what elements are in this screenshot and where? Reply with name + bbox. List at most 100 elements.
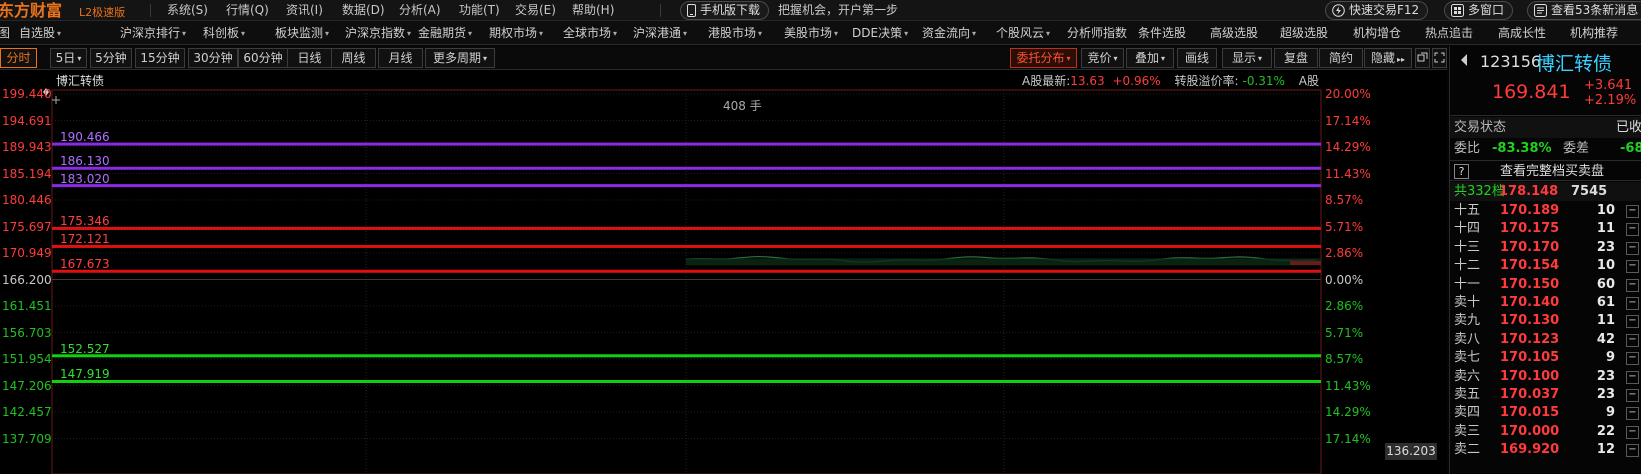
quick-trade-button[interactable]: 快速交易F12	[1325, 1, 1429, 20]
tool-5-button[interactable]: 复盘	[1274, 48, 1318, 68]
ask-row[interactable]: 十五 170.189 10−	[1450, 202, 1641, 220]
nav-item-17[interactable]: 高级选股	[1210, 21, 1258, 45]
mobile-download-button[interactable]: 手机版下载	[680, 1, 770, 20]
nav-item-5[interactable]: 沪深京指数 ▾	[345, 21, 411, 45]
y-tick-label-right: 14.29%	[1325, 140, 1371, 154]
multi-window-button[interactable]: 多窗口	[1444, 1, 1514, 20]
ask-row[interactable]: 十三 170.170 23−	[1450, 239, 1641, 257]
period-4-button[interactable]: 30分钟	[188, 48, 238, 68]
tool-7-button[interactable]: 隐藏 ▸▸	[1364, 48, 1412, 68]
period-8-button[interactable]: 月线	[378, 48, 423, 68]
ask-row[interactable]: 卖四 170.015 9−	[1450, 404, 1641, 422]
nav-item-label: 机构推荐	[1570, 26, 1619, 40]
nav-item-20[interactable]: 热点追击	[1425, 21, 1473, 45]
collapse-icon[interactable]: −	[1626, 223, 1639, 237]
collapse-icon[interactable]: −	[1626, 315, 1639, 329]
ask-row[interactable]: 卖二 169.920 12−	[1450, 441, 1641, 459]
nav-item-3[interactable]: 科创板 ▾	[203, 21, 245, 45]
ask-row[interactable]: 卖八 170.123 42−	[1450, 331, 1641, 349]
nav-item-12[interactable]: DDE决策 ▾	[852, 21, 908, 45]
collapse-icon[interactable]: −	[1626, 444, 1639, 458]
period-7-button[interactable]: 周线	[331, 48, 376, 68]
menu-data[interactable]: 数据(D)	[342, 0, 385, 21]
period-9-button[interactable]: 更多周期 ▾	[425, 48, 495, 68]
nav-item-7[interactable]: 期权市场 ▾	[489, 21, 543, 45]
collapse-icon[interactable]: −	[1626, 333, 1639, 347]
y-tick-label-right: 5.71%	[1325, 325, 1364, 340]
nav-item-2[interactable]: 沪深京排行 ▾	[120, 21, 186, 45]
ask-volume: 11	[1596, 221, 1615, 237]
nav-item-16[interactable]: 条件选股	[1138, 21, 1186, 45]
news-button[interactable]: 查看53条新消息	[1527, 1, 1641, 20]
ask-row[interactable]: 卖七 170.105 9−	[1450, 349, 1641, 367]
collapse-icon[interactable]: −	[1626, 425, 1639, 439]
period-2-button[interactable]: 5分钟	[90, 48, 132, 68]
open-account-slogan[interactable]: 把握机会，开户第一步	[778, 0, 898, 21]
tool-3-button[interactable]: 画线	[1177, 48, 1217, 68]
nav-item-6[interactable]: 金融期货 ▾	[418, 21, 472, 45]
collapse-icon[interactable]: −	[1626, 297, 1639, 310]
nav-item-13[interactable]: 资金流向 ▾	[922, 21, 976, 45]
ask-row[interactable]: 十二 170.154 10−	[1450, 257, 1641, 275]
ask-row[interactable]: 卖九 170.130 11−	[1450, 312, 1641, 330]
ask-row[interactable]: 十四 170.175 11−	[1450, 220, 1641, 238]
menu-analysis[interactable]: 分析(A)	[399, 0, 441, 21]
tool-4-button[interactable]: 显示 ▾	[1222, 48, 1272, 68]
ask-row[interactable]: 卖三 170.000 22−	[1450, 423, 1641, 441]
nav-item-21[interactable]: 高成长性	[1498, 21, 1546, 45]
collapse-icon[interactable]: −	[1626, 278, 1639, 292]
nav-item-4[interactable]: 板块监测 ▾	[275, 21, 329, 45]
period-0-button[interactable]: 分时	[0, 48, 37, 68]
period-5-button[interactable]: 60分钟	[238, 48, 288, 68]
nav-item-11[interactable]: 美股市场 ▾	[784, 21, 838, 45]
fullscreen-icon[interactable]	[1432, 48, 1447, 68]
collapse-icon[interactable]: −	[1626, 241, 1639, 255]
ask-row[interactable]: 卖十 170.140 61−	[1450, 294, 1641, 312]
a-share-tag[interactable]: A股	[1299, 74, 1319, 88]
ask-row[interactable]: 十一 170.150 60−	[1450, 276, 1641, 294]
full-book-row[interactable]: ? 查看完整档买卖盘	[1450, 160, 1641, 181]
help-icon[interactable]: ?	[1454, 164, 1469, 179]
full-book-link[interactable]: 查看完整档买卖盘	[1500, 161, 1604, 182]
nav-item-18[interactable]: 超级选股	[1280, 21, 1328, 45]
chart-canvas[interactable]	[0, 70, 1447, 474]
restore-window-icon[interactable]	[1415, 48, 1430, 68]
ask-row[interactable]: 卖五 170.037 23−	[1450, 386, 1641, 404]
nav-item-label: 沪深京指数	[345, 26, 406, 40]
nav-item-8[interactable]: 全球市场 ▾	[563, 21, 617, 45]
collapse-icon[interactable]: −	[1626, 407, 1639, 421]
ask-volume: 23	[1596, 368, 1615, 384]
intraday-chart[interactable]: 博汇转债 A股最新:13.63 +0.96% 转股溢价率: -0.31% A股 4…	[0, 70, 1447, 474]
period-3-button[interactable]: 15分钟	[135, 48, 185, 68]
nav-item-19[interactable]: 机构增仓	[1353, 21, 1401, 45]
period-6-button[interactable]: 日线	[287, 48, 332, 68]
tool-0-button[interactable]: 委托分布 ▾	[1010, 48, 1077, 68]
period-1-button[interactable]: 5日 ▾	[50, 48, 87, 68]
menu-system[interactable]: 系统(S)	[167, 0, 208, 21]
nav-item-15[interactable]: 分析师指数	[1067, 21, 1127, 45]
nav-item-22[interactable]: 机构推荐	[1570, 21, 1618, 45]
weibi-row: 委比 -83.38% 委差 -68	[1450, 138, 1641, 159]
collapse-icon[interactable]: −	[1626, 260, 1639, 274]
tool-6-button[interactable]: 简约	[1319, 48, 1363, 68]
menu-help[interactable]: 帮助(H)	[572, 0, 614, 21]
menu-news[interactable]: 资讯(I)	[286, 0, 323, 21]
nav-item-1[interactable]: 自选股 ▾	[19, 21, 61, 45]
nav-item-9[interactable]: 沪深港通 ▾	[633, 21, 687, 45]
collapse-icon[interactable]: −	[1626, 389, 1639, 402]
ask-level-label: 卖三	[1454, 423, 1481, 439]
menu-functions[interactable]: 功能(T)	[459, 0, 500, 21]
prev-stock-icon[interactable]	[1460, 54, 1468, 66]
menu-trade[interactable]: 交易(E)	[515, 0, 556, 21]
collapse-icon[interactable]: −	[1626, 205, 1639, 218]
nav-item-10[interactable]: 港股市场 ▾	[708, 21, 762, 45]
ask-row[interactable]: 卖六 170.100 23−	[1450, 368, 1641, 386]
collapse-icon[interactable]: −	[1626, 370, 1639, 384]
tool-1-button[interactable]: 竞价 ▾	[1081, 48, 1124, 68]
nav-item-14[interactable]: 个股风云 ▾	[996, 21, 1050, 45]
order-level-line	[52, 354, 1321, 358]
tool-2-button[interactable]: 叠加 ▾	[1126, 48, 1174, 68]
collapse-icon[interactable]: −	[1626, 352, 1639, 366]
nav-item-0[interactable]: 图	[0, 21, 10, 45]
menu-quotes[interactable]: 行情(Q)	[226, 0, 269, 21]
